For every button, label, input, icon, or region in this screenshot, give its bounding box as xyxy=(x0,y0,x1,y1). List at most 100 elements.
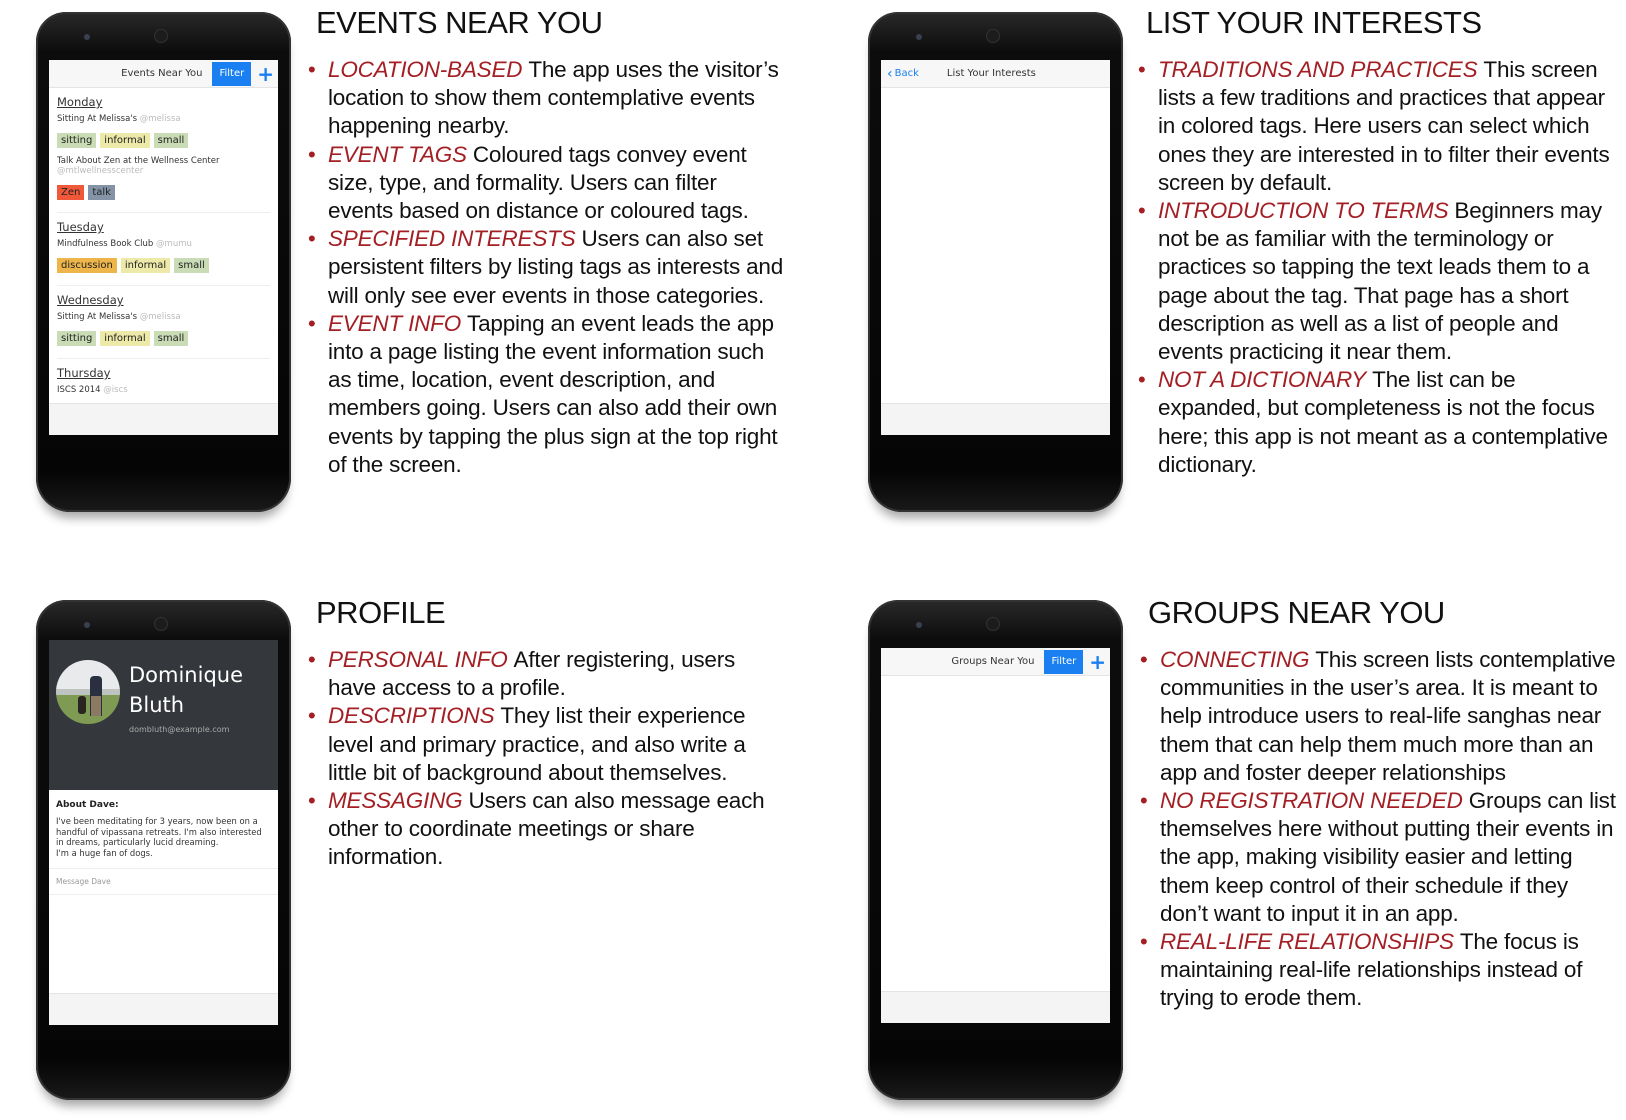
event-tags: sitting informal small xyxy=(57,326,270,346)
filter-button[interactable]: Filter xyxy=(212,61,252,86)
profile-name: Dominique Bluth xyxy=(129,663,244,717)
about-heading: About Dave: xyxy=(56,800,119,810)
events-topbar: Events Near You Filter + xyxy=(49,60,278,88)
bullet-keyword: LOCATION-BASED xyxy=(328,57,523,82)
tag-informal[interactable]: informal xyxy=(100,133,150,148)
speaker xyxy=(986,617,1000,631)
tab-bar xyxy=(49,993,278,1025)
back-button[interactable]: ‹ Back xyxy=(887,66,919,82)
tab-bar xyxy=(49,403,278,435)
event-item[interactable]: Sitting At Melissa's @melissa xyxy=(57,312,270,322)
phone-profile: Dominique Bluth dombluth@example.com Abo… xyxy=(36,600,291,1100)
back-label: Back xyxy=(894,68,919,79)
add-group-icon[interactable]: + xyxy=(1089,652,1106,672)
tag-small[interactable]: small xyxy=(153,133,189,148)
section-title: PROFILE xyxy=(316,595,446,630)
interests-screen: ‹ Back List Your Interests xyxy=(881,60,1110,435)
bullet-item: DESCRIPTIONSThey list their experience l… xyxy=(308,702,786,787)
tab-bar xyxy=(881,991,1110,1023)
groups-screen: Groups Near You Filter + xyxy=(881,648,1110,1023)
event-item[interactable]: Sitting At Melissa's @melissa xyxy=(57,114,270,124)
day-heading: Tuesday xyxy=(57,220,104,234)
bullet-item: SPECIFIED INTERESTSUsers can also set pe… xyxy=(308,225,786,310)
profile-screen: Dominique Bluth dombluth@example.com Abo… xyxy=(49,640,278,1025)
bullet-keyword: TRADITIONS AND PRACTICES xyxy=(1158,57,1478,82)
message-button[interactable]: Message Dave xyxy=(49,869,278,895)
bullet-list: TRADITIONS AND PRACTICESThis screen list… xyxy=(1138,56,1616,479)
tag-informal[interactable]: informal xyxy=(120,258,171,273)
screen-title: Events Near You xyxy=(121,68,203,79)
bullet-keyword: REAL-LIFE RELATIONSHIPS xyxy=(1160,929,1454,955)
event-handle: @mumu xyxy=(156,239,192,249)
bullet-keyword: PERSONAL INFO xyxy=(328,647,508,672)
bullet-item: NO REGISTRATION NEEDEDGroups can list th… xyxy=(1140,787,1618,928)
phone-groups: Groups Near You Filter + xyxy=(868,600,1123,1100)
day-heading: Monday xyxy=(57,95,103,109)
bullet-item: EVENT TAGSColoured tags convey event siz… xyxy=(308,141,786,226)
tag-talk[interactable]: talk xyxy=(88,185,115,200)
bullet-list: PERSONAL INFOAfter registering, users ha… xyxy=(308,646,786,872)
event-title: Talk About Zen at the Wellness Center xyxy=(57,156,220,166)
event-title: Sitting At Melissa's xyxy=(57,312,140,322)
bullet-keyword: DESCRIPTIONS xyxy=(328,703,495,729)
filter-button[interactable]: Filter xyxy=(1044,649,1084,674)
bullet-keyword: MESSAGING xyxy=(328,788,463,814)
tag-informal[interactable]: informal xyxy=(100,331,150,346)
screen-title: Groups Near You xyxy=(951,656,1035,667)
camera xyxy=(84,622,90,628)
event-tags: sitting informal small xyxy=(57,128,270,148)
interests-section: LIST YOUR INTERESTS TRADITIONS AND PRACT… xyxy=(1138,5,1616,479)
events-list: Monday Sitting At Melissa's @melissa sitti… xyxy=(49,88,278,432)
event-item[interactable]: Talk About Zen at the Wellness Center @m… xyxy=(57,156,270,176)
section-title: EVENTS NEAR YOU xyxy=(316,5,603,40)
bullet-item: REAL-LIFE RELATIONSHIPSThe focus is main… xyxy=(1140,928,1618,1013)
event-item[interactable]: ISCS 2014 @iscs xyxy=(57,385,270,395)
groups-section: GROUPS NEAR YOU CONNECTINGThis screen li… xyxy=(1140,595,1618,1013)
bullet-keyword: CONNECTING xyxy=(1160,647,1310,672)
bullet-list: LOCATION-BASEDThe app uses the visitor’s… xyxy=(308,56,786,479)
bullet-keyword: NO REGISTRATION NEEDED xyxy=(1160,788,1463,814)
event-handle: @iscs xyxy=(103,385,128,395)
bullet-keyword: EVENT INFO xyxy=(328,310,462,336)
events-screen: Events Near You Filter + Monday Sitting A… xyxy=(49,60,278,435)
profile-email: dombluth@example.com xyxy=(129,725,230,734)
day-heading: Thursday xyxy=(57,366,111,380)
about-section: About Dave: I've been meditating for 3 y… xyxy=(49,790,278,869)
event-item[interactable]: Mindfulness Book Club @mumu xyxy=(57,239,270,249)
events-section: EVENTS NEAR YOU LOCATION-BASEDThe app us… xyxy=(308,5,786,479)
tag-zen[interactable]: Zen xyxy=(57,185,85,200)
softkeys xyxy=(49,435,278,465)
bullet-item: TRADITIONS AND PRACTICESThis screen list… xyxy=(1138,56,1616,197)
section-title: LIST YOUR INTERESTS xyxy=(1146,5,1482,40)
phone-interests: ‹ Back List Your Interests xyxy=(868,12,1123,512)
day-group: Monday Sitting At Melissa's @melissa sitti… xyxy=(57,88,270,213)
event-handle: @mtlwellnesscenter xyxy=(57,166,144,176)
softkeys xyxy=(881,1023,1110,1053)
event-tags: Zen talk xyxy=(57,180,270,200)
event-title: Sitting At Melissa's xyxy=(57,114,140,124)
tag-sitting[interactable]: sitting xyxy=(57,133,97,148)
chevron-left-icon: ‹ xyxy=(887,65,893,82)
softkeys xyxy=(49,1023,278,1053)
bullet-item: NOT A DICTIONARYThe list can be expanded… xyxy=(1138,366,1616,479)
bullet-item: MESSAGINGUsers can also message each oth… xyxy=(308,787,786,872)
event-title: ISCS 2014 xyxy=(57,385,104,395)
day-heading: Wednesday xyxy=(57,293,124,307)
section-title: GROUPS NEAR YOU xyxy=(1148,595,1445,630)
tag-small[interactable]: small xyxy=(174,258,209,273)
speaker xyxy=(154,29,168,43)
bullet-item: PERSONAL INFOAfter registering, users ha… xyxy=(308,646,786,702)
add-event-icon[interactable]: + xyxy=(257,64,274,84)
avatar xyxy=(56,660,120,724)
day-group: Wednesday Sitting At Melissa's @melissa si… xyxy=(57,286,270,359)
bullet-keyword: INTRODUCTION TO TERMS xyxy=(1158,198,1449,224)
event-handle: @melissa xyxy=(139,312,181,322)
tag-sitting[interactable]: sitting xyxy=(57,331,97,346)
bullet-item: EVENT INFOTapping an event leads the app… xyxy=(308,310,786,479)
bullet-item: INTRODUCTION TO TERMSBeginners may not b… xyxy=(1138,197,1616,366)
bullet-item: LOCATION-BASEDThe app uses the visitor’s… xyxy=(308,56,786,141)
tag-small[interactable]: small xyxy=(153,331,189,346)
event-tags: discussion informal small xyxy=(57,253,270,273)
bullet-item: CONNECTINGThis screen lists contemplativ… xyxy=(1140,646,1618,787)
tag-discussion[interactable]: discussion xyxy=(57,258,117,273)
